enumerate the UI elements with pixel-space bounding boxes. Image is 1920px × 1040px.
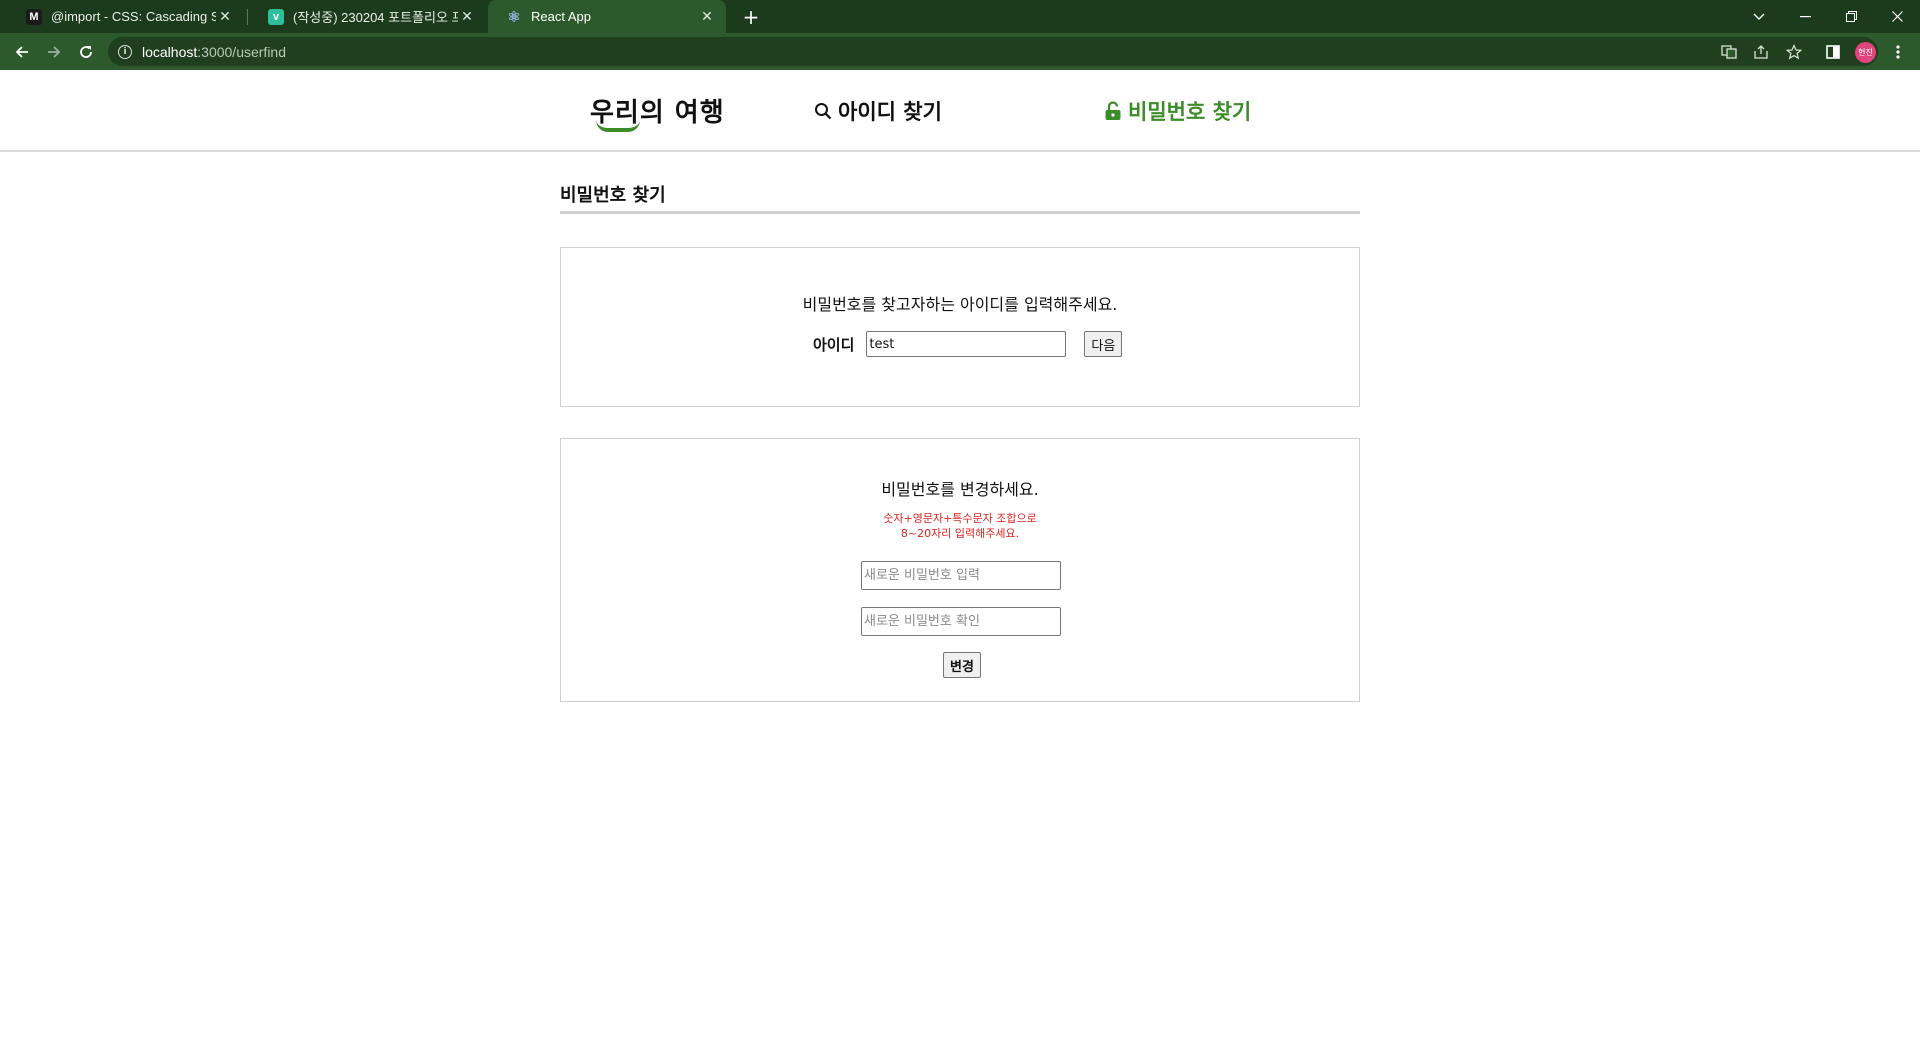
nav-find-id-label: 아이디 찾기 <box>838 100 942 124</box>
info-icon[interactable]: i <box>118 44 132 59</box>
minimize-icon[interactable] <box>1782 0 1828 33</box>
side-panel-icon[interactable] <box>1823 42 1843 62</box>
close-icon[interactable]: ✕ <box>216 8 234 26</box>
hint-line-1: 숫자+영문자+특수문자 조합으로 <box>883 512 1037 525</box>
mdn-favicon-icon: M <box>26 8 42 25</box>
browser-tab[interactable]: v (작성중) 230204 포트폴리오 프로 ✕ <box>250 0 486 33</box>
browser-tab[interactable]: M @import - CSS: Cascading Style ✕ <box>8 0 244 33</box>
url-host: localhost <box>142 43 198 60</box>
logo-smile-mark <box>596 120 640 132</box>
forward-arrow-icon[interactable] <box>40 38 68 66</box>
nav-find-id[interactable]: 아이디 찾기 <box>814 96 942 126</box>
tab-separator <box>247 9 248 25</box>
id-label: 아이디 <box>813 335 855 354</box>
find-id-step-card: 비밀번호를 찾고자하는 아이디를 입력해주세요. 아이디 다음 <box>560 247 1360 407</box>
change-password-card: 비밀번호를 변경하세요. 숫자+영문자+특수문자 조합으로 8~20자리 입력해… <box>560 438 1360 702</box>
new-tab-plus-icon[interactable]: + <box>738 4 764 30</box>
close-icon[interactable]: ✕ <box>458 8 476 26</box>
nav-find-password[interactable]: 비밀번호 찾기 <box>1104 96 1251 126</box>
confirm-password-input[interactable] <box>861 607 1061 636</box>
close-window-icon[interactable] <box>1874 0 1920 33</box>
react-favicon-icon: ⚛ <box>507 8 521 26</box>
profile-avatar[interactable]: 현진 <box>1855 42 1876 63</box>
browser-tab-bar: M @import - CSS: Cascading Style ✕ v (작성… <box>0 0 1920 33</box>
id-input[interactable] <box>866 331 1067 357</box>
id-input-row: 아이디 다음 <box>813 331 1123 357</box>
browser-toolbar: i localhost:3000/userfind 현진 <box>0 33 1920 70</box>
restore-icon[interactable] <box>1828 0 1874 33</box>
close-icon[interactable]: ✕ <box>698 8 716 26</box>
change-password-button[interactable]: 변경 <box>943 652 981 678</box>
back-arrow-icon[interactable] <box>8 38 36 66</box>
more-vert-icon[interactable] <box>1888 42 1908 62</box>
next-button[interactable]: 다음 <box>1084 331 1123 357</box>
address-bar[interactable]: i localhost:3000/userfind <box>108 37 1878 66</box>
nav-find-password-label: 비밀번호 찾기 <box>1128 100 1252 124</box>
velog-favicon-icon: v <box>268 8 284 25</box>
unlock-icon <box>1104 101 1122 121</box>
tab-search-chevron-down-icon[interactable] <box>1736 0 1782 33</box>
url-path: :3000/userfind <box>197 43 286 60</box>
title-divider <box>560 211 1360 214</box>
password-rule-hint: 숫자+영문자+특수문자 조합으로 8~20자리 입력해주세요. <box>561 511 1359 541</box>
page-title: 비밀번호 찾기 <box>560 185 666 206</box>
reload-icon[interactable] <box>72 38 100 66</box>
star-icon[interactable] <box>1784 42 1804 62</box>
share-icon[interactable] <box>1751 42 1771 62</box>
step2-message: 비밀번호를 변경하세요. <box>881 480 1039 499</box>
tab-title: (작성중) 230204 포트폴리오 프로 <box>293 10 458 25</box>
step1-message: 비밀번호를 찾고자하는 아이디를 입력해주세요. <box>802 295 1118 314</box>
translate-icon[interactable] <box>1719 42 1739 62</box>
new-password-input[interactable] <box>861 561 1061 590</box>
search-icon <box>814 102 832 120</box>
tab-title: React App <box>531 9 591 24</box>
tab-title: @import - CSS: Cascading Style <box>51 9 216 24</box>
browser-tab-active[interactable]: ⚛ React App ✕ <box>488 0 726 33</box>
site-header: 우리의 여행 아이디 찾기 비밀번호 찾기 <box>0 70 1920 152</box>
site-logo[interactable]: 우리의 여행 <box>590 92 725 132</box>
hint-line-2: 8~20자리 입력해주세요. <box>900 527 1020 540</box>
